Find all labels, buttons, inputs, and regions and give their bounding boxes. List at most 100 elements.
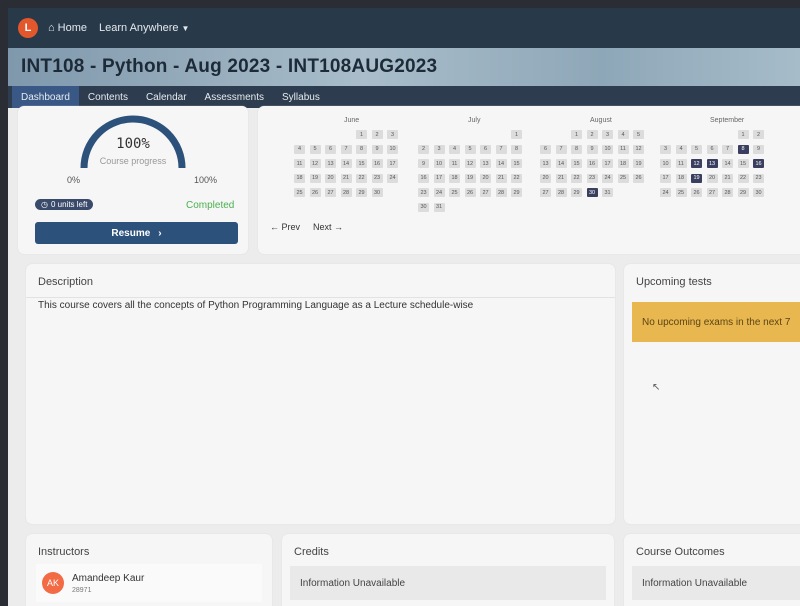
calendar-day[interactable]: 5	[691, 144, 702, 154]
tab-calendar[interactable]: Calendar	[137, 86, 196, 108]
calendar-day[interactable]: 2	[418, 144, 429, 154]
calendar-day[interactable]: 14	[340, 159, 352, 168]
calendar-day[interactable]: 18	[294, 173, 305, 183]
calendar-day[interactable]: 16	[418, 173, 429, 183]
calendar-day[interactable]: 5	[309, 144, 321, 154]
calendar-day[interactable]: 2	[586, 130, 598, 139]
calendar-day[interactable]: 1	[356, 130, 367, 139]
calendar-day[interactable]: 24	[433, 188, 445, 197]
calendar-day[interactable]: 13	[706, 159, 718, 168]
calendar-day[interactable]: 6	[480, 144, 491, 154]
calendar-day[interactable]: 1	[737, 130, 749, 139]
calendar-day[interactable]: 19	[464, 173, 476, 183]
calendar-day[interactable]: 1	[571, 130, 582, 139]
calendar-day[interactable]: 16	[371, 159, 383, 168]
calendar-day[interactable]: 10	[660, 159, 671, 168]
calendar-day[interactable]: 15	[511, 159, 522, 168]
calendar-day[interactable]: 7	[495, 144, 507, 154]
calendar-day[interactable]: 8	[356, 144, 367, 154]
calendar-day[interactable]: 27	[540, 188, 551, 197]
calendar-day[interactable]: 4	[294, 144, 305, 154]
calendar-day[interactable]: 2	[753, 130, 764, 139]
calendar-day[interactable]: 25	[294, 188, 305, 197]
calendar-day[interactable]: 28	[722, 188, 733, 197]
calendar-day[interactable]: 14	[555, 159, 567, 168]
calendar-day[interactable]: 18	[449, 173, 460, 183]
calendar-day[interactable]: 7	[555, 144, 567, 154]
calendar-day[interactable]: 13	[480, 159, 491, 168]
calendar-day[interactable]: 10	[433, 159, 445, 168]
calendar-day[interactable]: 19	[309, 173, 321, 183]
calendar-day[interactable]: 30	[371, 188, 383, 197]
calendar-day[interactable]: 3	[433, 144, 445, 154]
calendar-day[interactable]: 4	[617, 130, 629, 139]
calendar-day[interactable]: 20	[480, 173, 491, 183]
calendar-day[interactable]: 14	[722, 159, 733, 168]
calendar-day[interactable]: 9	[753, 144, 764, 154]
calendar-day[interactable]: 8	[737, 144, 749, 154]
calendar-day[interactable]: 6	[540, 144, 551, 154]
calendar-day[interactable]: 26	[633, 173, 644, 183]
calendar-day[interactable]: 11	[675, 159, 687, 168]
calendar-day[interactable]: 21	[555, 173, 567, 183]
calendar-day[interactable]: 11	[617, 144, 629, 154]
calendar-day[interactable]: 24	[660, 188, 671, 197]
calendar-day[interactable]: 27	[480, 188, 491, 197]
calendar-day[interactable]: 17	[433, 173, 445, 183]
calendar-day[interactable]: 30	[753, 188, 764, 197]
calendar-day[interactable]: 23	[418, 188, 429, 197]
prev-button[interactable]: ← Prev	[270, 222, 300, 232]
calendar-day[interactable]: 5	[464, 144, 476, 154]
calendar-day[interactable]: 7	[340, 144, 352, 154]
tab-syllabus[interactable]: Syllabus	[273, 86, 329, 108]
calendar-day[interactable]: 14	[495, 159, 507, 168]
calendar-day[interactable]: 13	[325, 159, 336, 168]
calendar-day[interactable]: 29	[356, 188, 367, 197]
calendar-day[interactable]: 3	[660, 144, 671, 154]
calendar-day[interactable]: 29	[737, 188, 749, 197]
calendar-day[interactable]: 23	[586, 173, 598, 183]
calendar-day[interactable]: 1	[511, 130, 522, 139]
calendar-day[interactable]: 6	[325, 144, 336, 154]
calendar-day[interactable]: 30	[586, 188, 598, 197]
calendar-day[interactable]: 12	[309, 159, 321, 168]
calendar-day[interactable]: 26	[309, 188, 321, 197]
calendar-day[interactable]: 11	[294, 159, 305, 168]
calendar-day[interactable]: 25	[617, 173, 629, 183]
calendar-day[interactable]: 4	[449, 144, 460, 154]
tab-contents[interactable]: Contents	[79, 86, 137, 108]
tab-dashboard[interactable]: Dashboard	[12, 86, 79, 108]
calendar-day[interactable]: 24	[387, 173, 398, 183]
calendar-day[interactable]: 4	[675, 144, 687, 154]
calendar-day[interactable]: 26	[691, 188, 702, 197]
calendar-day[interactable]: 17	[602, 159, 613, 168]
calendar-day[interactable]: 16	[753, 159, 764, 168]
tab-assessments[interactable]: Assessments	[196, 86, 273, 108]
calendar-day[interactable]: 28	[495, 188, 507, 197]
calendar-day[interactable]: 31	[433, 202, 445, 212]
calendar-day[interactable]: 12	[633, 144, 644, 154]
calendar-day[interactable]: 20	[325, 173, 336, 183]
calendar-day[interactable]: 25	[675, 188, 687, 197]
calendar-day[interactable]: 7	[722, 144, 733, 154]
calendar-day[interactable]: 26	[464, 188, 476, 197]
calendar-day[interactable]: 29	[571, 188, 582, 197]
calendar-day[interactable]: 22	[571, 173, 582, 183]
calendar-day[interactable]: 19	[633, 159, 644, 168]
calendar-day[interactable]: 23	[371, 173, 383, 183]
calendar-day[interactable]: 21	[495, 173, 507, 183]
calendar-day[interactable]: 17	[660, 173, 671, 183]
calendar-day[interactable]: 8	[571, 144, 582, 154]
calendar-day[interactable]: 5	[633, 130, 644, 139]
calendar-day[interactable]: 3	[602, 130, 613, 139]
calendar-day[interactable]: 11	[449, 159, 460, 168]
calendar-day[interactable]: 10	[602, 144, 613, 154]
calendar-day[interactable]: 24	[602, 173, 613, 183]
calendar-day[interactable]: 18	[617, 159, 629, 168]
calendar-day[interactable]: 6	[706, 144, 718, 154]
resume-button[interactable]: Resume ›	[35, 222, 238, 244]
calendar-day[interactable]: 18	[675, 173, 687, 183]
calendar-day[interactable]: 27	[706, 188, 718, 197]
next-button[interactable]: Next →	[313, 222, 343, 232]
app-logo[interactable]: L	[18, 18, 38, 38]
